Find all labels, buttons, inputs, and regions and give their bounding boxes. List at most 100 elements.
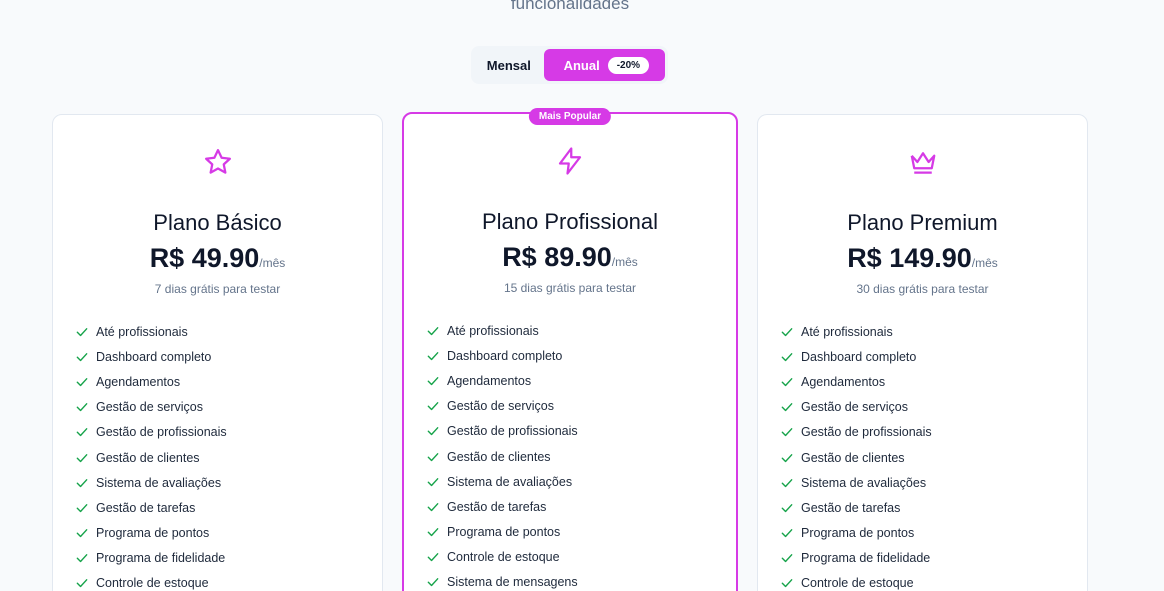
feature-item: Programa de fidelidade	[75, 546, 227, 571]
monthly-option[interactable]: Mensal	[474, 49, 544, 81]
feature-item: Dashboard completo	[780, 344, 932, 369]
feature-list: Até profissionais Dashboard completo Agend…	[780, 319, 932, 591]
check-icon	[427, 477, 439, 486]
feature-item: Programa de pontos	[426, 520, 578, 545]
discount-badge: -20%	[607, 56, 650, 74]
check-icon	[427, 377, 439, 386]
trial-text: 30 dias grátis para testar	[856, 282, 989, 296]
feature-item: Gestão de profissionais	[426, 419, 578, 444]
feature-label: Sistema de avaliações	[96, 475, 222, 490]
feature-item: Gestão de clientes	[426, 444, 578, 469]
feature-list: Até profissionais Dashboard completo Agend…	[426, 318, 578, 591]
crown-icon	[910, 152, 935, 174]
feature-item: Gestão de serviços	[780, 395, 932, 420]
price-row: R$ 49.90/mês	[53, 243, 382, 274]
feature-label: Programa de fidelidade	[96, 551, 226, 566]
feature-item: Controle de estoque	[780, 571, 932, 591]
plan-card-basic: Plano Básico R$ 49.90/mês 7 dias grátis …	[52, 114, 383, 591]
feature-item: Gestão de serviços	[75, 395, 227, 420]
feature-item: Agendamentos	[426, 368, 578, 393]
feature-item: Programa de pontos	[780, 521, 932, 546]
lightning-icon	[558, 147, 582, 175]
check-icon	[427, 502, 439, 512]
feature-item: Gestão de tarefas	[75, 495, 227, 520]
feature-label: Gestão de tarefas	[96, 500, 196, 515]
trial-text: 7 dias grátis para testar	[154, 282, 281, 296]
feature-label: Até profissionais	[801, 324, 893, 339]
feature-label: Gestão de clientes	[801, 450, 905, 465]
plan-card-professional: Mais Popular Plano Profissional R$ 89.90…	[402, 108, 738, 591]
feature-label: Controle de estoque	[801, 576, 914, 591]
feature-label: Gestão de tarefas	[801, 500, 901, 515]
feature-label: Sistema de mensagens	[447, 575, 578, 590]
check-icon	[781, 378, 793, 387]
feature-item: Sistema de mensagens	[426, 570, 578, 591]
price-period: /mês	[611, 255, 638, 269]
price-row: R$ 89.90/mês	[404, 242, 736, 273]
feature-label: Dashboard completo	[801, 349, 917, 364]
feature-label: Programa de pontos	[447, 525, 561, 540]
feature-item: Gestão de clientes	[780, 445, 932, 470]
feature-item: Gestão de serviços	[426, 394, 578, 419]
feature-item: Agendamentos	[75, 369, 227, 394]
check-icon	[427, 452, 439, 461]
check-icon	[76, 554, 88, 563]
feature-label: Gestão de profissionais	[447, 424, 578, 439]
feature-label: Sistema de avaliações	[801, 475, 927, 490]
plan-card-premium: Plano Premium R$ 149.90/mês 30 dias grát…	[757, 114, 1088, 591]
feature-label: Dashboard completo	[447, 348, 563, 363]
check-icon	[427, 528, 439, 537]
annual-option[interactable]: Anual -20%	[543, 49, 665, 81]
check-icon	[427, 427, 439, 436]
check-icon	[781, 529, 793, 538]
feature-item: Programa de pontos	[75, 521, 227, 546]
check-icon	[781, 352, 793, 361]
check-icon	[781, 428, 793, 437]
price-period: /mês	[971, 256, 998, 270]
feature-label: Gestão de profissionais	[801, 425, 932, 440]
feature-list: Até profissionais Dashboard completo Agend…	[75, 319, 227, 591]
price-period: /mês	[259, 256, 286, 270]
feature-item: Gestão de tarefas	[426, 494, 578, 519]
plan-name: Plano Premium	[847, 210, 998, 235]
feature-label: Até profissionais	[447, 323, 539, 338]
check-icon	[76, 352, 88, 361]
feature-label: Até profissionais	[96, 324, 188, 339]
annual-label: Anual	[563, 57, 600, 73]
feature-label: Gestão de serviços	[96, 400, 203, 415]
feature-label: Agendamentos	[96, 374, 181, 389]
price-row: R$ 149.90/mês	[758, 243, 1087, 274]
feature-item: Dashboard completo	[75, 344, 227, 369]
section-subtitle: funcionalidades	[510, 0, 630, 13]
feature-item: Controle de estoque	[426, 545, 578, 570]
feature-item: Até profissionais	[780, 319, 932, 344]
check-icon	[427, 326, 439, 335]
plan-price: R$ 149.90	[847, 243, 972, 273]
check-icon	[781, 478, 793, 487]
feature-item: Até profissionais	[75, 319, 227, 344]
feature-label: Gestão de clientes	[447, 449, 551, 464]
check-icon	[781, 327, 793, 336]
feature-item: Sistema de avaliações	[426, 469, 578, 494]
trial-text: 15 dias grátis para testar	[503, 281, 637, 295]
feature-item: Gestão de profissionais	[75, 420, 227, 445]
check-icon	[76, 579, 88, 588]
check-icon	[427, 553, 439, 562]
check-icon	[76, 428, 88, 437]
check-icon	[781, 503, 793, 513]
plan-name: Plano Básico	[153, 210, 282, 235]
check-icon	[76, 453, 88, 462]
feature-item: Gestão de profissionais	[780, 420, 932, 445]
check-icon	[76, 529, 88, 538]
feature-item: Até profissionais	[426, 318, 578, 343]
feature-label: Controle de estoque	[96, 576, 209, 591]
check-icon	[427, 351, 439, 360]
billing-toggle: Mensal Anual -20%	[471, 46, 668, 84]
feature-label: Dashboard completo	[96, 349, 212, 364]
feature-item: Agendamentos	[780, 369, 932, 394]
check-icon	[781, 403, 793, 412]
feature-label: Gestão de profissionais	[96, 425, 227, 440]
check-icon	[76, 403, 88, 412]
feature-item: Sistema de avaliações	[75, 470, 227, 495]
check-icon	[76, 503, 88, 513]
